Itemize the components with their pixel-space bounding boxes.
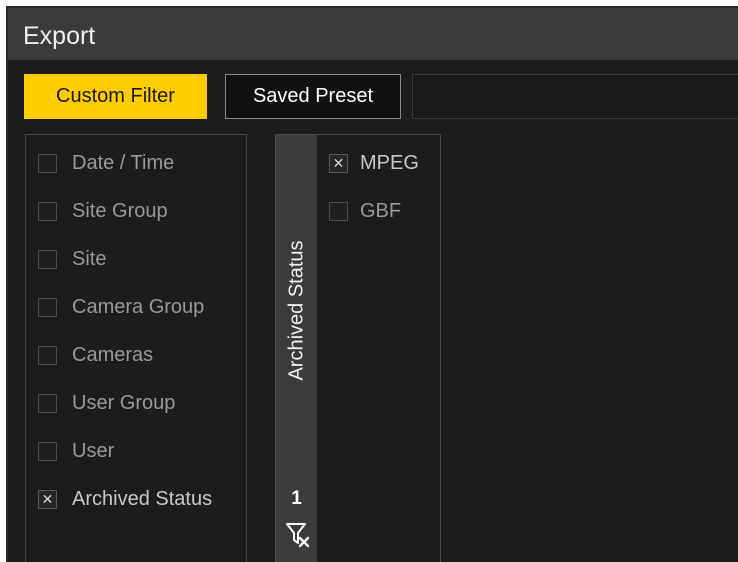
- checkbox[interactable]: [38, 393, 57, 413]
- filter-label: User: [72, 439, 115, 462]
- filter-category-list: Date / Time Site Group Site Camera Group…: [25, 134, 247, 562]
- filter-label: Date / Time: [72, 151, 175, 174]
- strip-title: Archived Status: [282, 215, 312, 405]
- filter-label: Site Group: [72, 199, 168, 222]
- title-bar: Export: [8, 8, 738, 60]
- option-label: MPEG: [360, 151, 419, 174]
- filter-clear-icon[interactable]: [285, 521, 311, 549]
- filter-label: User Group: [72, 391, 176, 414]
- filter-label: Site: [72, 247, 107, 270]
- checkbox[interactable]: [38, 201, 57, 221]
- checkbox[interactable]: [38, 249, 57, 269]
- export-window: Export Custom Filter Saved Preset Date /…: [6, 6, 738, 562]
- toolbar-empty-area: [412, 74, 738, 119]
- panel-title: Archived Status: [285, 239, 308, 381]
- status-option-gbf[interactable]: GBF: [329, 198, 401, 224]
- check-x-icon: ✕: [332, 155, 345, 171]
- checkbox-checked[interactable]: ✕: [329, 153, 348, 173]
- archived-status-panel: Archived Status 1 ✕ MPEG GBF: [275, 134, 441, 562]
- checkbox-checked[interactable]: ✕: [38, 489, 57, 509]
- filter-item-user[interactable]: User: [38, 438, 114, 464]
- toolbar: Custom Filter Saved Preset: [8, 60, 738, 126]
- filter-label: Cameras: [72, 343, 154, 366]
- filter-item-cameras[interactable]: Cameras: [38, 342, 153, 368]
- window-title: Export: [23, 22, 96, 50]
- archived-status-header-strip[interactable]: Archived Status 1: [276, 135, 317, 562]
- selected-count-badge: 1: [291, 488, 302, 509]
- checkbox[interactable]: [329, 201, 348, 221]
- checkbox[interactable]: [38, 297, 57, 317]
- tab-saved-preset[interactable]: Saved Preset: [225, 74, 401, 119]
- check-x-icon: ✕: [41, 491, 54, 507]
- checkbox[interactable]: [38, 441, 57, 461]
- checkbox[interactable]: [38, 153, 57, 173]
- filter-item-site-group[interactable]: Site Group: [38, 198, 168, 224]
- filter-label: Camera Group: [72, 295, 205, 318]
- filter-item-date-time[interactable]: Date / Time: [38, 150, 174, 176]
- tab-custom-filter[interactable]: Custom Filter: [24, 74, 207, 119]
- option-label: GBF: [360, 199, 402, 222]
- filter-item-archived-status[interactable]: ✕ Archived Status: [38, 486, 212, 512]
- filter-item-camera-group[interactable]: Camera Group: [38, 294, 204, 320]
- filter-label: Archived Status: [72, 487, 213, 510]
- checkbox[interactable]: [38, 345, 57, 365]
- filter-item-site[interactable]: Site: [38, 246, 106, 272]
- filter-item-user-group[interactable]: User Group: [38, 390, 175, 416]
- status-option-mpeg[interactable]: ✕ MPEG: [329, 150, 419, 176]
